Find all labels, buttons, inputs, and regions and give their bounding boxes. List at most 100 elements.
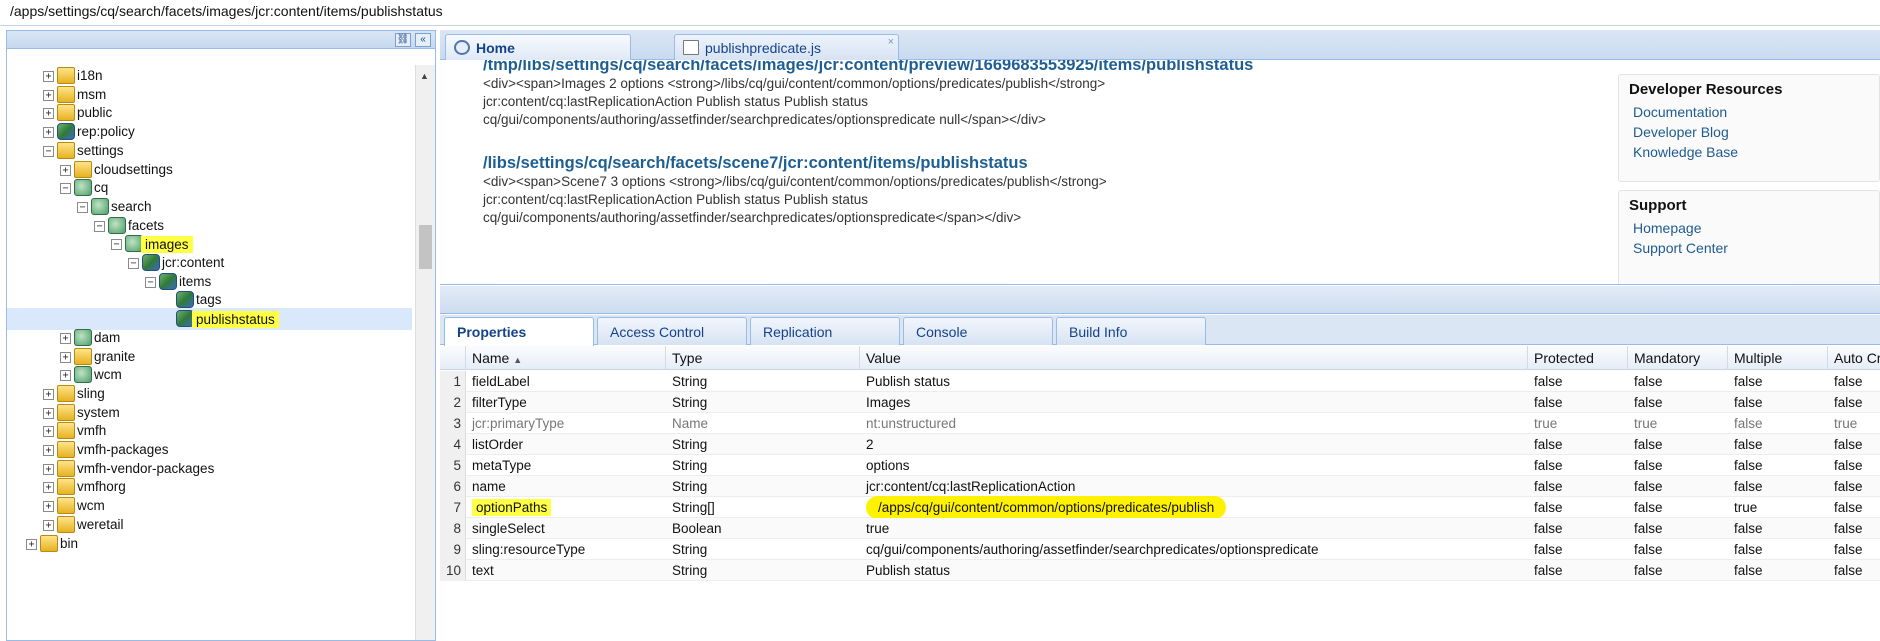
- cell-protected[interactable]: false: [1528, 371, 1628, 392]
- cell-auto[interactable]: false: [1828, 392, 1880, 413]
- cell-auto[interactable]: true: [1828, 413, 1880, 434]
- cell-protected[interactable]: true: [1528, 413, 1628, 434]
- column-header-auto-created[interactable]: Auto Created: [1828, 346, 1880, 370]
- collapse-icon[interactable]: −: [111, 239, 122, 251]
- cell-name[interactable]: metaType: [466, 455, 666, 476]
- column-header-multiple[interactable]: Multiple: [1728, 346, 1828, 370]
- cell-multiple[interactable]: false: [1728, 455, 1828, 476]
- expand-icon[interactable]: +: [43, 482, 54, 494]
- expand-icon[interactable]: +: [43, 501, 54, 513]
- cell-multiple[interactable]: true: [1728, 497, 1828, 518]
- cell-mandatory[interactable]: false: [1628, 392, 1728, 413]
- tab-home[interactable]: Home: [445, 34, 631, 60]
- cell-multiple[interactable]: false: [1728, 476, 1828, 497]
- expand-icon[interactable]: +: [60, 351, 71, 363]
- cell-name[interactable]: jcr:primaryType: [466, 413, 666, 434]
- cell-type[interactable]: String: [666, 539, 860, 560]
- cell-name[interactable]: fieldLabel: [466, 371, 666, 392]
- cell-auto[interactable]: false: [1828, 518, 1880, 539]
- expand-icon[interactable]: +: [43, 108, 54, 120]
- expand-icon[interactable]: +: [43, 89, 54, 101]
- cell-name[interactable]: optionPaths: [466, 497, 666, 518]
- expand-icon[interactable]: +: [26, 538, 37, 550]
- cell-name[interactable]: sling:resourceType: [466, 539, 666, 560]
- collapse-icon[interactable]: −: [60, 183, 71, 195]
- tab-replication[interactable]: Replication: [750, 317, 900, 345]
- knowledge-base-link[interactable]: Knowledge Base: [1633, 144, 1865, 160]
- expand-icon[interactable]: +: [60, 164, 71, 176]
- result-title-link[interactable]: /libs/settings/cq/search/facets/scene7/j…: [483, 154, 1107, 173]
- table-row[interactable]: 3 jcr:primaryType Name nt:unstructured true t…: [440, 413, 1880, 434]
- cell-value[interactable]: jcr:content/cq:lastReplicationAction: [860, 476, 1528, 497]
- table-row[interactable]: 9 sling:resourceType String cq/gui/componen…: [440, 539, 1880, 560]
- cell-type[interactable]: String[]: [666, 497, 860, 518]
- cell-protected[interactable]: false: [1528, 434, 1628, 455]
- cell-auto[interactable]: false: [1828, 434, 1880, 455]
- cell-name[interactable]: text: [466, 560, 666, 581]
- table-row[interactable]: 1 fieldLabel String Publish status false fals…: [440, 371, 1880, 392]
- expand-icon[interactable]: +: [60, 370, 71, 382]
- cell-type[interactable]: String: [666, 392, 860, 413]
- result-title-link[interactable]: /tmp/libs/settings/cq/search/facets/imag…: [483, 60, 1253, 75]
- cell-value[interactable]: true: [860, 518, 1528, 539]
- cell-auto[interactable]: false: [1828, 539, 1880, 560]
- documentation-link[interactable]: Documentation: [1633, 104, 1865, 120]
- expand-icon[interactable]: +: [43, 426, 54, 438]
- cell-type[interactable]: String: [666, 560, 860, 581]
- cell-auto[interactable]: false: [1828, 371, 1880, 392]
- cell-mandatory[interactable]: false: [1628, 497, 1728, 518]
- table-row[interactable]: 10 text String Publish status false false fals…: [440, 560, 1880, 581]
- tree-scrollbar[interactable]: ▲: [415, 65, 435, 640]
- table-row[interactable]: 7 optionPaths String[] /apps/cq/gui/content…: [440, 496, 1880, 519]
- cell-auto[interactable]: false: [1828, 455, 1880, 476]
- cell-value[interactable]: Images: [860, 392, 1528, 413]
- cell-mandatory[interactable]: false: [1628, 476, 1728, 497]
- cell-auto[interactable]: false: [1828, 476, 1880, 497]
- cell-name[interactable]: filterType: [466, 392, 666, 413]
- collapse-panel-icon[interactable]: «: [415, 33, 431, 47]
- cell-protected[interactable]: false: [1528, 455, 1628, 476]
- cell-value[interactable]: nt:unstructured: [860, 413, 1528, 434]
- developer-blog-link[interactable]: Developer Blog: [1633, 124, 1865, 140]
- expand-icon[interactable]: +: [43, 127, 54, 139]
- table-row[interactable]: 5 metaType String options false false false fal…: [440, 455, 1880, 476]
- tree-scroll-thumb[interactable]: [419, 225, 432, 269]
- cell-protected[interactable]: false: [1528, 476, 1628, 497]
- cell-value[interactable]: options: [860, 455, 1528, 476]
- column-header-name[interactable]: Name ▲: [466, 346, 666, 370]
- tab-console[interactable]: Console: [903, 317, 1053, 345]
- cell-auto[interactable]: false: [1828, 497, 1880, 518]
- table-row[interactable]: 4 listOrder String 2 false false false false: [440, 434, 1880, 455]
- cell-mandatory[interactable]: false: [1628, 560, 1728, 581]
- column-header-type[interactable]: Type: [666, 346, 860, 370]
- collapse-icon[interactable]: −: [128, 258, 139, 269]
- collapse-icon[interactable]: −: [43, 145, 54, 157]
- support-center-link[interactable]: Support Center: [1633, 240, 1865, 256]
- table-row[interactable]: 8 singleSelect Boolean true false false false f…: [440, 518, 1880, 539]
- cell-mandatory[interactable]: false: [1628, 539, 1728, 560]
- cell-type[interactable]: String: [666, 476, 860, 497]
- cell-name[interactable]: name: [466, 476, 666, 497]
- table-row[interactable]: 6 name String jcr:content/cq:lastReplicatio…: [440, 476, 1880, 497]
- cell-type[interactable]: Boolean: [666, 518, 860, 539]
- path-bar[interactable]: /apps/settings/cq/search/facets/images/j…: [0, 0, 1880, 26]
- cell-name[interactable]: singleSelect: [466, 518, 666, 539]
- collapse-icon[interactable]: −: [94, 220, 105, 232]
- cell-protected[interactable]: false: [1528, 539, 1628, 560]
- cell-multiple[interactable]: false: [1728, 539, 1828, 560]
- collapse-icon[interactable]: −: [77, 201, 88, 213]
- cell-mandatory[interactable]: false: [1628, 518, 1728, 539]
- expand-icon[interactable]: +: [43, 445, 54, 456]
- column-header-protected[interactable]: Protected: [1528, 346, 1628, 370]
- cell-mandatory[interactable]: false: [1628, 371, 1728, 392]
- cell-value[interactable]: cq/gui/components/authoring/assetfinder/…: [860, 539, 1528, 560]
- cell-mandatory[interactable]: false: [1628, 434, 1728, 455]
- cell-protected[interactable]: false: [1528, 518, 1628, 539]
- expand-icon[interactable]: +: [43, 71, 54, 82]
- expand-icon[interactable]: +: [43, 519, 54, 531]
- cell-type[interactable]: String: [666, 434, 860, 455]
- homepage-link[interactable]: Homepage: [1633, 220, 1865, 236]
- cell-value[interactable]: Publish status: [860, 560, 1528, 581]
- close-tab-icon[interactable]: ×: [888, 36, 894, 48]
- cell-multiple[interactable]: false: [1728, 392, 1828, 413]
